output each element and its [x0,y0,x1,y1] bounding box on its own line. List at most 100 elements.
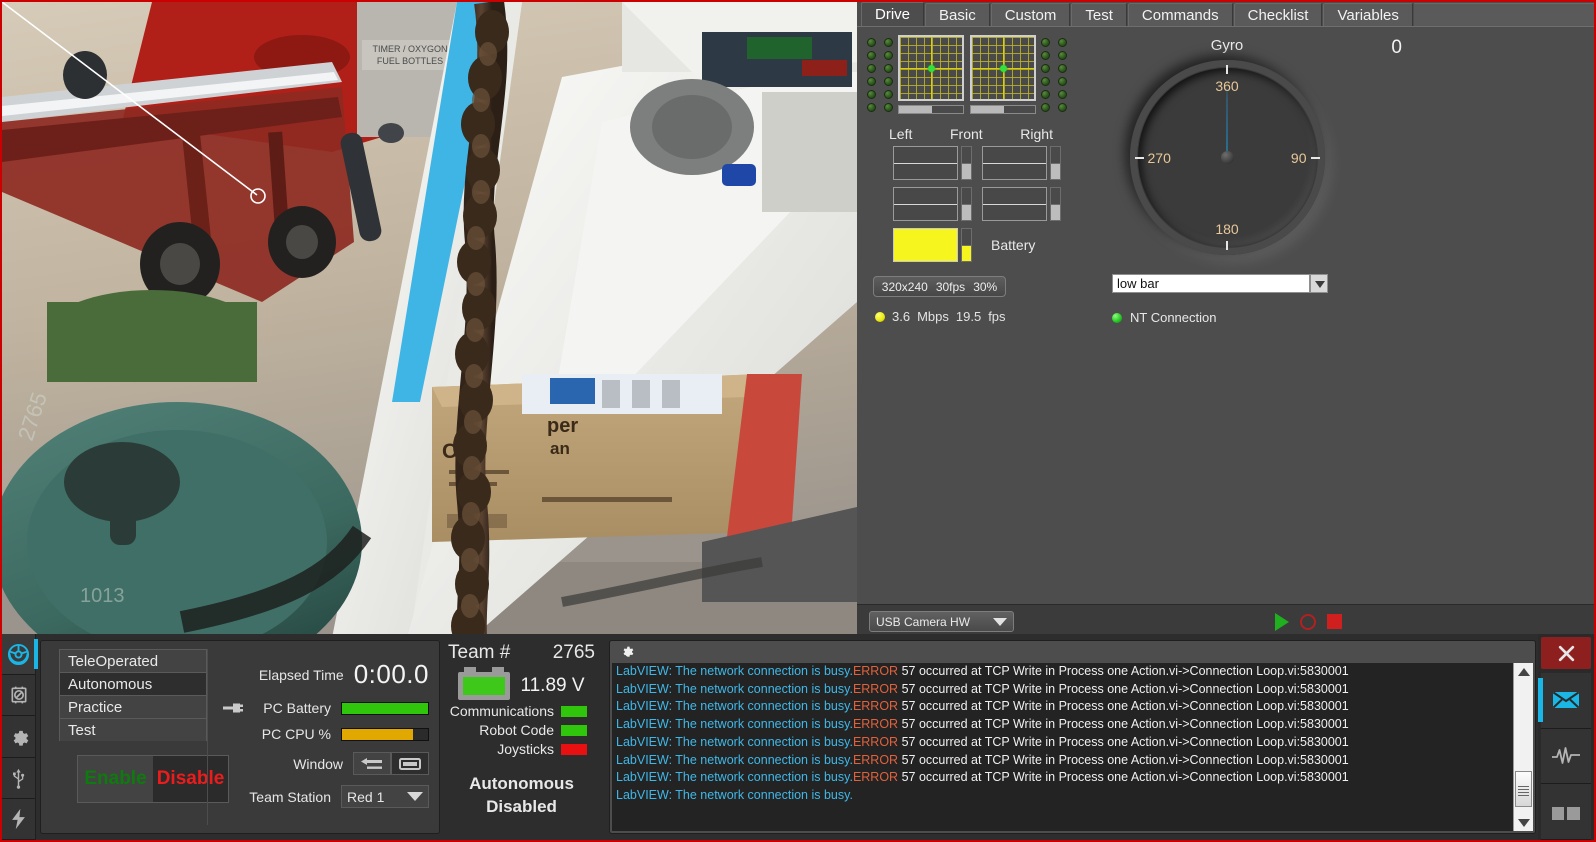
button-led [884,38,893,47]
log-line: LabVIEW: The network connection is busy.… [616,699,1349,714]
robot-voltage: 11.89 V [520,675,585,696]
log-scrollbar[interactable] [1513,663,1533,831]
indicator-communications: Communications [444,703,599,719]
camera-source-label: USB Camera HW [876,614,971,629]
communications-lamp [561,705,587,717]
nt-dropdown-button[interactable] [1310,274,1328,293]
indicator-robot-code: Robot Code [444,722,599,738]
sidebar-item-diagnostics[interactable] [2,675,35,717]
window-float-button[interactable] [391,752,429,775]
window-dock-button[interactable] [353,752,391,775]
log-line: LabVIEW: The network connection is busy.… [616,752,1349,767]
svg-text:1013: 1013 [80,585,125,607]
tab-drive[interactable]: Drive [861,2,925,26]
messages-icon [1552,692,1580,709]
scroll-down-button[interactable] [1514,814,1533,831]
nt-text-field[interactable]: low bar [1112,274,1310,293]
motor-row [893,187,1069,221]
motor-bars: Battery [893,146,1069,262]
camera-image: TIMER / OXYGON FUEL BOTTLES per an 2765 … [2,2,857,638]
mode-test[interactable]: Test [59,718,207,741]
play-icon[interactable] [1275,612,1289,631]
button-led [1058,77,1067,86]
chevron-down-icon [993,617,1007,626]
record-icon[interactable] [1300,613,1316,630]
label-right: Right [1020,126,1053,142]
tab-commands[interactable]: Commands [1127,3,1233,26]
enable-button[interactable]: Enable [78,756,153,802]
camera-source-select[interactable]: USB Camera HW [869,611,1014,632]
team-label: Team # [448,642,511,663]
tab-checklist[interactable]: Checklist [1233,3,1323,26]
tab-test[interactable]: Test [1071,3,1127,26]
control-panel: TeleOperated Autonomous Practice Test En… [40,640,440,834]
log-line: LabVIEW: The network connection is busy.… [616,717,1349,732]
panel-layout[interactable] [1541,784,1591,841]
dashboard-footer: USB Camera HW [857,604,1594,638]
button-led [1058,51,1067,60]
steering-wheel-icon [7,643,30,665]
mode-selector: TeleOperated Autonomous Practice Test En… [41,641,229,833]
mode-autonomous[interactable]: Autonomous [59,672,207,695]
joysticks-label: Joysticks [497,741,554,757]
nt-status-icon [1112,312,1122,323]
label-left: Left [889,126,913,142]
gyro-widget: Gyro 0 360 90 180 270 [1112,37,1402,255]
camera-feed[interactable]: TIMER / OXYGON FUEL BOTTLES per an 2765 … [2,2,857,638]
joystick-2-throttle[interactable] [970,105,1036,114]
log-toolbar [610,641,1535,663]
sidebar-item-usb[interactable] [2,757,35,799]
gyro-title: Gyro [1210,37,1244,54]
team-station-label: Team Station [249,788,331,805]
tab-custom[interactable]: Custom [990,3,1071,26]
stop-icon[interactable] [1327,614,1342,629]
joystick-1[interactable] [898,35,964,114]
gyro-tick-180 [1226,241,1228,250]
label-front: Front [949,126,983,142]
scroll-up-button[interactable] [1514,663,1533,680]
sidebar-item-power[interactable] [2,798,35,841]
gyro-hub [1220,151,1234,164]
panel-messages[interactable] [1538,673,1591,729]
sidebar-item-operation[interactable] [2,634,38,676]
motor-rear-right [982,187,1061,221]
log-line: LabVIEW: The network connection is busy.… [616,681,1349,696]
svg-text:per: per [547,415,578,437]
button-led [1041,38,1050,47]
motor-rear-left [893,187,972,221]
joystick-2[interactable] [970,35,1036,114]
dashboard-body: Left Front Right Battery 320x240 30fps 3… [857,26,1594,604]
tab-variables[interactable]: Variables [1323,3,1413,26]
joystick-1-throttle[interactable] [898,105,964,114]
robot-state: Autonomous Disabled [444,773,599,819]
team-station-select[interactable]: Red 1 [341,785,429,808]
stream-fps-value: 19.5 [955,309,982,324]
communications-label: Communications [449,703,554,719]
camera-settings-button[interactable]: 320x240 30fps 30% [873,276,1006,297]
gear-icon[interactable] [620,644,636,660]
button-led [1058,38,1067,47]
team-station-row: Team Station Red 1 [214,785,429,808]
joystick-1-grid[interactable] [898,35,964,101]
scroll-thumb[interactable] [1515,771,1532,807]
svg-text:TIMER / OXYGON: TIMER / OXYGON [372,44,447,54]
button-led [867,77,876,86]
pc-battery-bar [341,701,429,715]
mode-practice[interactable]: Practice [59,695,207,718]
sidebar-item-setup[interactable] [2,716,35,758]
log-line: LabVIEW: The network connection is busy.… [616,770,1349,785]
button-led [867,90,876,99]
button-led [884,90,893,99]
tab-basic[interactable]: Basic [925,3,990,26]
mode-teleoperated[interactable]: TeleOperated [59,649,207,672]
button-led [884,77,893,86]
joystick-1-position-dot [927,64,935,72]
close-button[interactable] [1541,637,1591,669]
joystick-2-grid[interactable] [970,35,1036,101]
log-line: LabVIEW: The network connection is busy.… [616,664,1349,678]
power-plug-icon [223,703,244,713]
panel-charts[interactable] [1541,728,1591,785]
station-stats: Elapsed Time 0:00.0 PC Battery PC CPU % [207,649,439,825]
button-led [884,103,893,112]
log-content[interactable]: LabVIEW: The network connection is busy.… [612,663,1533,831]
